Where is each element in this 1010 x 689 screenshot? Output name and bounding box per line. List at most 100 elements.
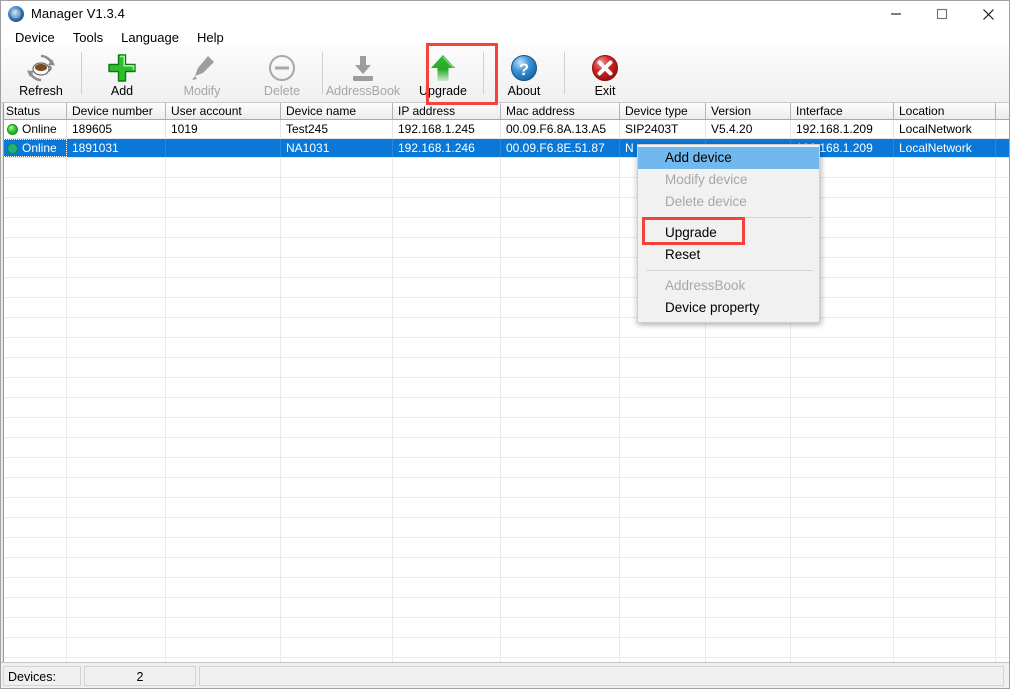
table-empty-cell bbox=[166, 378, 281, 397]
menu-item-help[interactable]: Help bbox=[188, 29, 233, 46]
context-menu-item-reset[interactable]: Reset bbox=[638, 244, 819, 266]
table-empty-cell bbox=[1, 298, 67, 317]
table-row[interactable]: Online 1891031 NA1031 192.168.1.246 00.09.F6… bbox=[1, 139, 1009, 158]
table-column-header[interactable]: User account bbox=[166, 103, 281, 119]
table-empty-cell bbox=[67, 498, 166, 517]
toolbar-button-refresh[interactable]: Refresh bbox=[1, 47, 81, 102]
table-empty-cell bbox=[393, 338, 501, 357]
exit-close-icon bbox=[589, 51, 621, 84]
table-column-header[interactable]: Device type bbox=[620, 103, 706, 119]
menu-item-tools[interactable]: Tools bbox=[64, 29, 112, 46]
table-empty-cell bbox=[281, 578, 393, 597]
table-empty-cell bbox=[67, 558, 166, 577]
table-empty-row bbox=[1, 178, 1009, 198]
table-empty-cell bbox=[501, 278, 620, 297]
table-empty-cell bbox=[281, 318, 393, 337]
table-empty-cell bbox=[67, 218, 166, 237]
table-empty-row bbox=[1, 498, 1009, 518]
table-column-header[interactable]: IP address bbox=[393, 103, 501, 119]
table-empty-cell bbox=[166, 278, 281, 297]
context-menu-item-add-device[interactable]: Add device bbox=[638, 147, 819, 169]
table-empty-cell bbox=[1, 578, 67, 597]
table-empty-cell bbox=[791, 418, 894, 437]
table-empty-row bbox=[1, 578, 1009, 598]
table-empty-cell bbox=[501, 238, 620, 257]
table-empty-cell bbox=[894, 258, 996, 277]
status-devices-count: 2 bbox=[84, 665, 196, 686]
table-empty-cell bbox=[501, 298, 620, 317]
upgrade-arrow-icon bbox=[427, 51, 459, 84]
table-cell: SIP2403T bbox=[620, 120, 706, 138]
table-column-header[interactable]: Mac address bbox=[501, 103, 620, 119]
table-empty-cell bbox=[281, 358, 393, 377]
table-empty-cell bbox=[791, 618, 894, 637]
table-column-header[interactable]: Interface bbox=[791, 103, 894, 119]
table-empty-cell bbox=[1, 318, 67, 337]
table-empty-cell bbox=[894, 498, 996, 517]
toolbar-button-about[interactable]: ? About bbox=[484, 47, 564, 102]
table-empty-cell bbox=[281, 298, 393, 317]
table-empty-cell bbox=[1, 418, 67, 437]
table-empty-cell bbox=[791, 358, 894, 377]
toolbar-button-upgrade[interactable]: Upgrade bbox=[403, 47, 483, 102]
table-empty-cell bbox=[166, 558, 281, 577]
table-empty-cell bbox=[501, 338, 620, 357]
table-empty-row bbox=[1, 198, 1009, 218]
table-empty-cell bbox=[166, 538, 281, 557]
status-bar: Devices: 2 bbox=[1, 662, 1009, 688]
table-empty-cell bbox=[67, 418, 166, 437]
toolbar-label-about: About bbox=[507, 84, 541, 98]
minimize-button[interactable] bbox=[873, 1, 919, 27]
status-text: Online bbox=[22, 122, 57, 136]
context-menu-item-upgrade[interactable]: Upgrade bbox=[638, 222, 819, 244]
table-empty-cell bbox=[166, 618, 281, 637]
close-icon bbox=[982, 8, 994, 20]
table-empty-cell bbox=[166, 238, 281, 257]
table-empty-cell bbox=[620, 478, 706, 497]
context-menu-separator bbox=[646, 217, 813, 218]
table-empty-cell bbox=[393, 418, 501, 437]
table-column-header[interactable]: Version bbox=[706, 103, 791, 119]
table-cell: 00.09.F6.8A.13.A5 bbox=[501, 120, 620, 138]
table-empty-cell bbox=[67, 178, 166, 197]
table-empty-cell bbox=[791, 598, 894, 617]
toolbar-button-exit[interactable]: Exit bbox=[565, 47, 645, 102]
menu-item-device[interactable]: Device bbox=[6, 29, 64, 46]
table-empty-cell bbox=[166, 398, 281, 417]
table-column-header[interactable]: Device name bbox=[281, 103, 393, 119]
table-empty-cell bbox=[620, 498, 706, 517]
table-empty-cell bbox=[393, 438, 501, 457]
table-empty-cell bbox=[894, 158, 996, 177]
table-empty-cell bbox=[501, 218, 620, 237]
table-empty-cell bbox=[620, 558, 706, 577]
context-menu-item-device-property[interactable]: Device property bbox=[638, 297, 819, 319]
close-button[interactable] bbox=[965, 1, 1009, 27]
table-empty-row bbox=[1, 338, 1009, 358]
table-empty-cell bbox=[281, 398, 393, 417]
table-empty-cell bbox=[620, 578, 706, 597]
table-column-header[interactable]: Device number bbox=[67, 103, 166, 119]
table-empty-cell bbox=[393, 578, 501, 597]
table-cell: V5.4.20 bbox=[706, 120, 791, 138]
table-empty-cell bbox=[620, 458, 706, 477]
table-column-header[interactable]: Location bbox=[894, 103, 996, 119]
table-body: Online 189605 1019 Test245 192.168.1.245 00.0… bbox=[1, 120, 1009, 662]
maximize-button[interactable] bbox=[919, 1, 965, 27]
table-row[interactable]: Online 189605 1019 Test245 192.168.1.245 00.0… bbox=[1, 120, 1009, 139]
table-empty-row bbox=[1, 298, 1009, 318]
table-empty-cell bbox=[166, 458, 281, 477]
table-empty-cell bbox=[620, 598, 706, 617]
table-column-header[interactable]: Status bbox=[1, 103, 67, 119]
table-empty-cell bbox=[393, 158, 501, 177]
table-empty-row bbox=[1, 438, 1009, 458]
device-table: Status Device number User account Device na… bbox=[1, 103, 1009, 662]
toolbar-button-add[interactable]: Add bbox=[82, 47, 162, 102]
table-empty-row bbox=[1, 218, 1009, 238]
table-empty-cell bbox=[281, 258, 393, 277]
table-empty-cell bbox=[1, 178, 67, 197]
toolbar-label-modify: Modify bbox=[183, 84, 221, 98]
menu-item-language[interactable]: Language bbox=[112, 29, 188, 46]
table-empty-cell bbox=[1, 638, 67, 657]
table-empty-cell bbox=[281, 458, 393, 477]
table-empty-cell bbox=[501, 518, 620, 537]
